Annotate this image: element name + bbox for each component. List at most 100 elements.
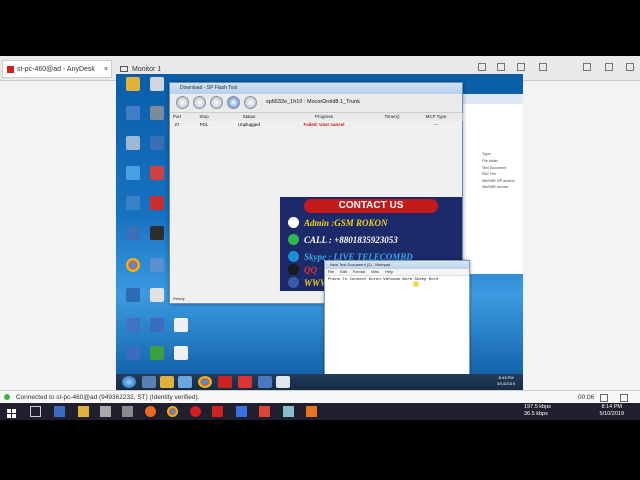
stop-icon[interactable]	[193, 96, 206, 109]
remote-desktop[interactable]: Type File folder Text Document PAC File …	[116, 74, 523, 390]
desktop-icon[interactable]	[146, 288, 168, 303]
minimize-icon[interactable]	[583, 63, 591, 71]
taskbar-app-icon[interactable]	[122, 406, 133, 417]
transfer-icon[interactable]	[517, 63, 525, 71]
menu-help[interactable]: Help	[385, 270, 393, 274]
folder-icon	[126, 77, 140, 91]
cursor-highlight-icon	[413, 281, 419, 287]
desktop-icon[interactable]	[146, 258, 168, 273]
display-icon[interactable]	[478, 63, 486, 71]
maximize-icon[interactable]	[605, 63, 613, 71]
close-icon[interactable]: ×	[104, 66, 108, 73]
explorer-row[interactable]: WinRAR archive	[482, 184, 515, 191]
cell-time	[374, 121, 410, 129]
desktop-icon[interactable]	[170, 346, 192, 361]
banner-qq: QQ	[304, 264, 317, 275]
start-orb-icon[interactable]	[122, 376, 136, 388]
tab-monitor-label: Monitor 1	[132, 65, 162, 73]
menu-view[interactable]: View	[371, 270, 379, 274]
notepad-text-area[interactable]: Phone To Connect Koren Vafasem Bore Skee…	[325, 276, 469, 284]
desktop-icon[interactable]	[122, 258, 144, 273]
desktop-icon[interactable]	[122, 346, 144, 361]
desktop-icon[interactable]	[122, 288, 144, 303]
desktop-icon[interactable]	[122, 77, 144, 92]
banner-admin-line: Admin :GSM ROKON	[288, 217, 388, 228]
flash-toolbar: sp6632e_1h10 : MocorDroid8.1_Trunk	[170, 94, 462, 113]
file-explorer-icon[interactable]	[78, 406, 89, 417]
desktop-icon[interactable]	[170, 318, 192, 333]
cell-status: Unplugged	[238, 122, 260, 127]
app-icon	[150, 136, 164, 150]
phone-icon	[288, 234, 299, 245]
explorer-window[interactable]: Type File folder Text Document PAC File …	[459, 94, 523, 274]
banner-call-line: CALL : +8801835923053	[288, 234, 398, 245]
desktop-icon[interactable]	[146, 106, 168, 121]
start-icon[interactable]	[176, 96, 189, 109]
desktop-icon[interactable]	[146, 166, 168, 181]
settings-icon[interactable]	[620, 394, 628, 402]
cell-mcp: ---	[433, 122, 439, 127]
desktop-icon[interactable]	[122, 226, 144, 241]
menu-edit[interactable]: Edit	[340, 270, 347, 274]
chat-icon[interactable]	[497, 63, 505, 71]
menu-file[interactable]: File	[328, 270, 334, 274]
network-speed: 197.5 kbps 36.5 kbps	[524, 404, 551, 418]
taskbar-app-icon[interactable]	[306, 406, 317, 417]
app-icon	[126, 318, 140, 332]
opera-icon[interactable]	[190, 406, 201, 417]
taskbar-app-icon[interactable]	[218, 376, 232, 388]
chrome-taskbar-icon[interactable]	[198, 376, 212, 388]
play-icon[interactable]	[210, 96, 223, 109]
desktop-icon[interactable]	[146, 346, 168, 361]
screen: st-pc-460@ad - AnyDesk × Monitor 1 Type …	[0, 0, 640, 480]
notepad-title: New Text Document (2) - Notepad	[325, 261, 469, 269]
desktop-icon[interactable]	[146, 226, 168, 241]
desktop-icon[interactable]	[146, 318, 168, 333]
desktop-icon[interactable]	[146, 136, 168, 151]
tab-session[interactable]: st-pc-460@ad - AnyDesk ×	[2, 60, 112, 78]
close-window-icon[interactable]	[626, 63, 634, 71]
desktop-icon[interactable]	[146, 196, 168, 211]
admin-icon	[288, 217, 299, 228]
menu-format[interactable]: Format	[353, 270, 365, 274]
desktop-icon[interactable]	[122, 106, 144, 121]
desktop-icon[interactable]	[122, 166, 144, 181]
notepad-window[interactable]: New Text Document (2) - Notepad File Edi…	[324, 260, 470, 390]
desktop-icon[interactable]	[122, 196, 144, 211]
chrome-icon[interactable]	[167, 406, 178, 417]
taskbar-app-icon[interactable]	[259, 406, 270, 417]
letterbox-bottom	[0, 420, 640, 480]
taskbar-app-icon[interactable]	[283, 406, 294, 417]
banner-call: CALL : +8801835923053	[304, 234, 398, 245]
notepad-taskbar-icon[interactable]	[276, 376, 290, 388]
taskbar-app-icon[interactable]	[54, 406, 65, 417]
column-header: Status	[224, 113, 275, 121]
shortcut-icon	[150, 77, 164, 91]
skype-icon	[288, 251, 299, 262]
text-document-icon	[174, 318, 188, 332]
taskbar-app-icon[interactable]	[100, 406, 111, 417]
explorer-taskbar-icon[interactable]	[160, 376, 174, 388]
recycle-bin-icon	[126, 136, 140, 150]
actions-icon[interactable]	[539, 63, 547, 71]
taskbar-app-icon[interactable]	[238, 376, 252, 388]
taskbar-app-icon[interactable]	[142, 376, 156, 388]
taskbar-app-icon[interactable]	[236, 406, 247, 417]
banner-qq-line: QQ	[288, 264, 317, 275]
stop-square-icon[interactable]	[227, 96, 240, 109]
system-clock[interactable]: 8:14 PM 5/10/2019	[600, 404, 624, 418]
desktop-icon[interactable]	[146, 77, 168, 92]
flash-tool-title: Download - SP Flash Tool	[170, 83, 462, 94]
desktop-icon[interactable]	[122, 136, 144, 151]
lock-icon[interactable]	[600, 394, 608, 402]
banner-heading: CONTACT US	[304, 199, 438, 213]
anydesk-taskbar-icon[interactable]	[212, 406, 223, 417]
task-view-icon[interactable]	[30, 406, 41, 417]
taskbar-app-icon[interactable]	[258, 376, 272, 388]
net-up: 197.5 kbps	[524, 404, 551, 410]
windows-start-icon[interactable]	[6, 406, 17, 418]
firefox-icon[interactable]	[145, 406, 156, 417]
taskbar-app-icon[interactable]	[178, 376, 192, 388]
help-icon[interactable]	[244, 96, 257, 109]
desktop-icon[interactable]	[122, 318, 144, 333]
